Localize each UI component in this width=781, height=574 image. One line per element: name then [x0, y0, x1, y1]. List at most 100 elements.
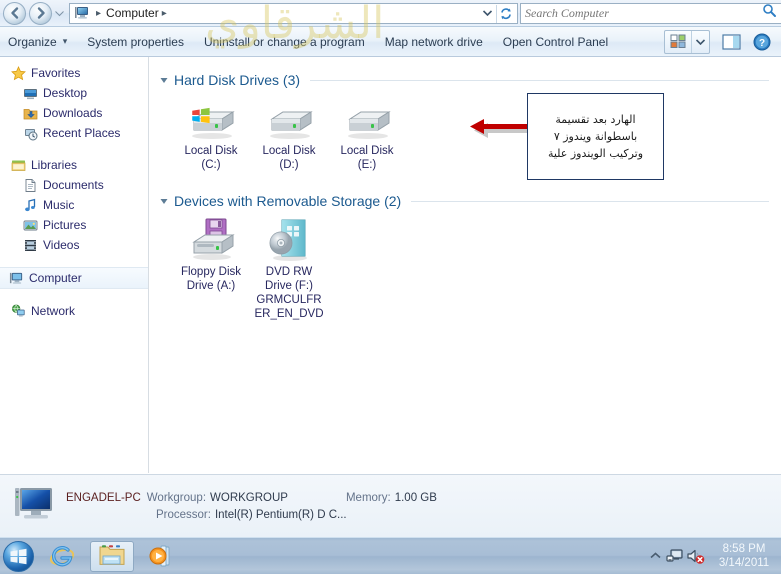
drive-tile-local-disk-e[interactable]: Local Disk (E:) [328, 97, 406, 172]
details-pane: ENGADEL-PC Workgroup: WORKGROUP Memory: … [0, 474, 781, 537]
svg-text:?: ? [759, 38, 765, 49]
start-button[interactable] [3, 540, 34, 572]
forward-arrow-icon [34, 6, 48, 20]
windows-start-orb [10, 548, 27, 564]
drive-tile-floppy-a[interactable]: Floppy Disk Drive (A:) [172, 218, 250, 321]
sidebar-label-libraries: Libraries [31, 158, 78, 172]
uninstall-program-button[interactable]: Uninstall or change a program [194, 29, 375, 55]
sidebar-label-music: Music [43, 198, 75, 212]
organize-button[interactable]: Organize ▾ [0, 29, 77, 55]
address-dropdown-button[interactable] [479, 4, 495, 23]
music-note-icon [22, 197, 38, 213]
back-arrow-icon [8, 6, 22, 20]
network-icon [10, 303, 26, 319]
taskbar-item-windows-media-player[interactable] [140, 541, 184, 572]
system-properties-button[interactable]: System properties [77, 29, 194, 55]
annotation-text: الهارد بعد تقسيمة باسطوانة ويندوز ٧ وترك… [547, 113, 644, 160]
breadcrumb-separator-0: ▸ [96, 7, 102, 19]
show-hidden-icons-button[interactable] [645, 545, 665, 567]
triangle-down-icon[interactable] [158, 74, 170, 86]
volume-button[interactable] [685, 545, 705, 567]
group-header-hard-disk-drives[interactable]: Hard Disk Drives (3) [150, 69, 781, 91]
clock-date: 3/14/2011 [718, 557, 770, 569]
command-bar: Organize ▾ System properties Uninstall o… [0, 27, 781, 57]
sidebar-label-videos: Videos [43, 238, 80, 252]
back-button[interactable] [3, 1, 26, 25]
dvd-drive-icon [263, 218, 315, 262]
help-question-icon: ? [753, 33, 771, 50]
memory-key: Memory: [345, 491, 391, 504]
chevron-down-icon [482, 10, 492, 16]
folder-explorer-icon [99, 545, 125, 565]
address-bar: ▸ Computer ▸ [0, 0, 781, 27]
drive-label-local-disk-c: Local Disk (C:) [184, 145, 238, 171]
control-panel-label: Open Control Panel [502, 34, 609, 49]
search-box[interactable] [520, 2, 781, 24]
open-control-panel-button[interactable]: Open Control Panel [493, 29, 618, 55]
workgroup-key: Workgroup: [146, 491, 207, 504]
taskbar-item-windows-explorer[interactable] [90, 540, 134, 572]
group-header-removable-storage[interactable]: Devices with Removable Storage (2) [150, 190, 781, 212]
search-input[interactable] [525, 5, 762, 21]
drive-tile-local-disk-d[interactable]: Local Disk (D:) [250, 97, 328, 172]
details-text: ENGADEL-PC Workgroup: WORKGROUP Memory: … [66, 489, 437, 523]
sidebar-item-network[interactable]: Network [0, 301, 148, 321]
sidebar-group-libraries[interactable]: Libraries [0, 155, 148, 175]
drive-tile-local-disk-c[interactable]: Local Disk (C:) [172, 97, 250, 172]
libraries-icon [10, 157, 26, 173]
sidebar-label-documents: Documents [43, 178, 104, 192]
refresh-button[interactable] [496, 4, 515, 23]
breadcrumb-computer[interactable]: Computer [106, 6, 159, 20]
file-list-pane[interactable]: Hard Disk Drives (3) Local Disk (C:) Loc… [150, 57, 781, 473]
drive-label-local-disk-e: Local Disk (E:) [340, 145, 394, 171]
sidebar-label-computer: Computer [29, 271, 82, 285]
history-dropdown-icon [55, 4, 64, 22]
sidebar-item-documents[interactable]: Documents [0, 175, 148, 195]
hard-drive-icon [341, 97, 393, 141]
computer-icon [74, 5, 90, 21]
breadcrumb-separator-1[interactable]: ▸ [162, 8, 167, 19]
change-view-button[interactable] [665, 31, 691, 53]
sidebar-item-computer[interactable]: Computer [0, 267, 148, 289]
internet-explorer-icon [49, 546, 75, 567]
recent-pages-button[interactable] [53, 2, 66, 25]
computer-large-icon [12, 484, 58, 528]
sidebar-item-videos[interactable]: Videos [0, 235, 148, 255]
drive-label-floppy-a: Floppy Disk Drive (A:) [180, 266, 242, 292]
sidebar-item-recent-places[interactable]: Recent Places [0, 123, 148, 143]
map-network-drive-button[interactable]: Map network drive [375, 29, 493, 55]
uninstall-label: Uninstall or change a program [203, 34, 365, 49]
details-row-1: ENGADEL-PC Workgroup: WORKGROUP Memory: … [66, 489, 437, 506]
sidebar-divider-2 [0, 255, 148, 267]
breadcrumb-bar[interactable]: ▸ Computer ▸ [69, 2, 518, 24]
sidebar-item-downloads[interactable]: Downloads [0, 103, 148, 123]
floppy-drive-icon [185, 218, 237, 262]
taskbar-clock[interactable]: 8:58 PM 3/14/2011 [713, 542, 775, 570]
view-tiles-icon [670, 34, 685, 48]
network-tray-button[interactable] [665, 545, 685, 567]
network-tray-icon [666, 549, 683, 562]
taskbar-item-internet-explorer[interactable] [40, 541, 84, 572]
sidebar-label-network: Network [31, 304, 76, 318]
forward-button[interactable] [29, 1, 52, 25]
drive-tile-dvd-rw-f[interactable]: DVD RW Drive (F:) GRMCULFR ER_EN_DVD [250, 218, 328, 321]
computer-name: ENGADEL-PC [66, 491, 141, 504]
hard-drive-windows-icon [185, 97, 237, 141]
sidebar-item-desktop[interactable]: Desktop [0, 83, 148, 103]
sidebar-group-favorites[interactable]: Favorites [0, 63, 148, 83]
drive-label-dvd-rw-f: DVD RW Drive (F:) GRMCULFR ER_EN_DVD [254, 266, 324, 320]
group-rule [411, 200, 769, 202]
desktop-icon [22, 85, 38, 101]
help-button[interactable]: ? [750, 30, 774, 54]
triangle-down-icon[interactable] [158, 195, 170, 207]
chevron-down-icon: ▾ [62, 36, 68, 46]
computer-icon [8, 270, 24, 286]
view-dropdown-button[interactable] [691, 30, 709, 53]
chevron-down-icon [696, 38, 705, 45]
sidebar-item-music[interactable]: Music [0, 195, 148, 215]
sidebar-item-pictures[interactable]: Pictures [0, 215, 148, 235]
system-properties-label: System properties [87, 34, 184, 49]
preview-pane-button[interactable] [718, 30, 744, 54]
explorer-window: ▸ Computer ▸ Search Computer Organize ▾ … [0, 0, 781, 574]
group-title-hard-disk-drives: Hard Disk Drives (3) [174, 72, 301, 88]
